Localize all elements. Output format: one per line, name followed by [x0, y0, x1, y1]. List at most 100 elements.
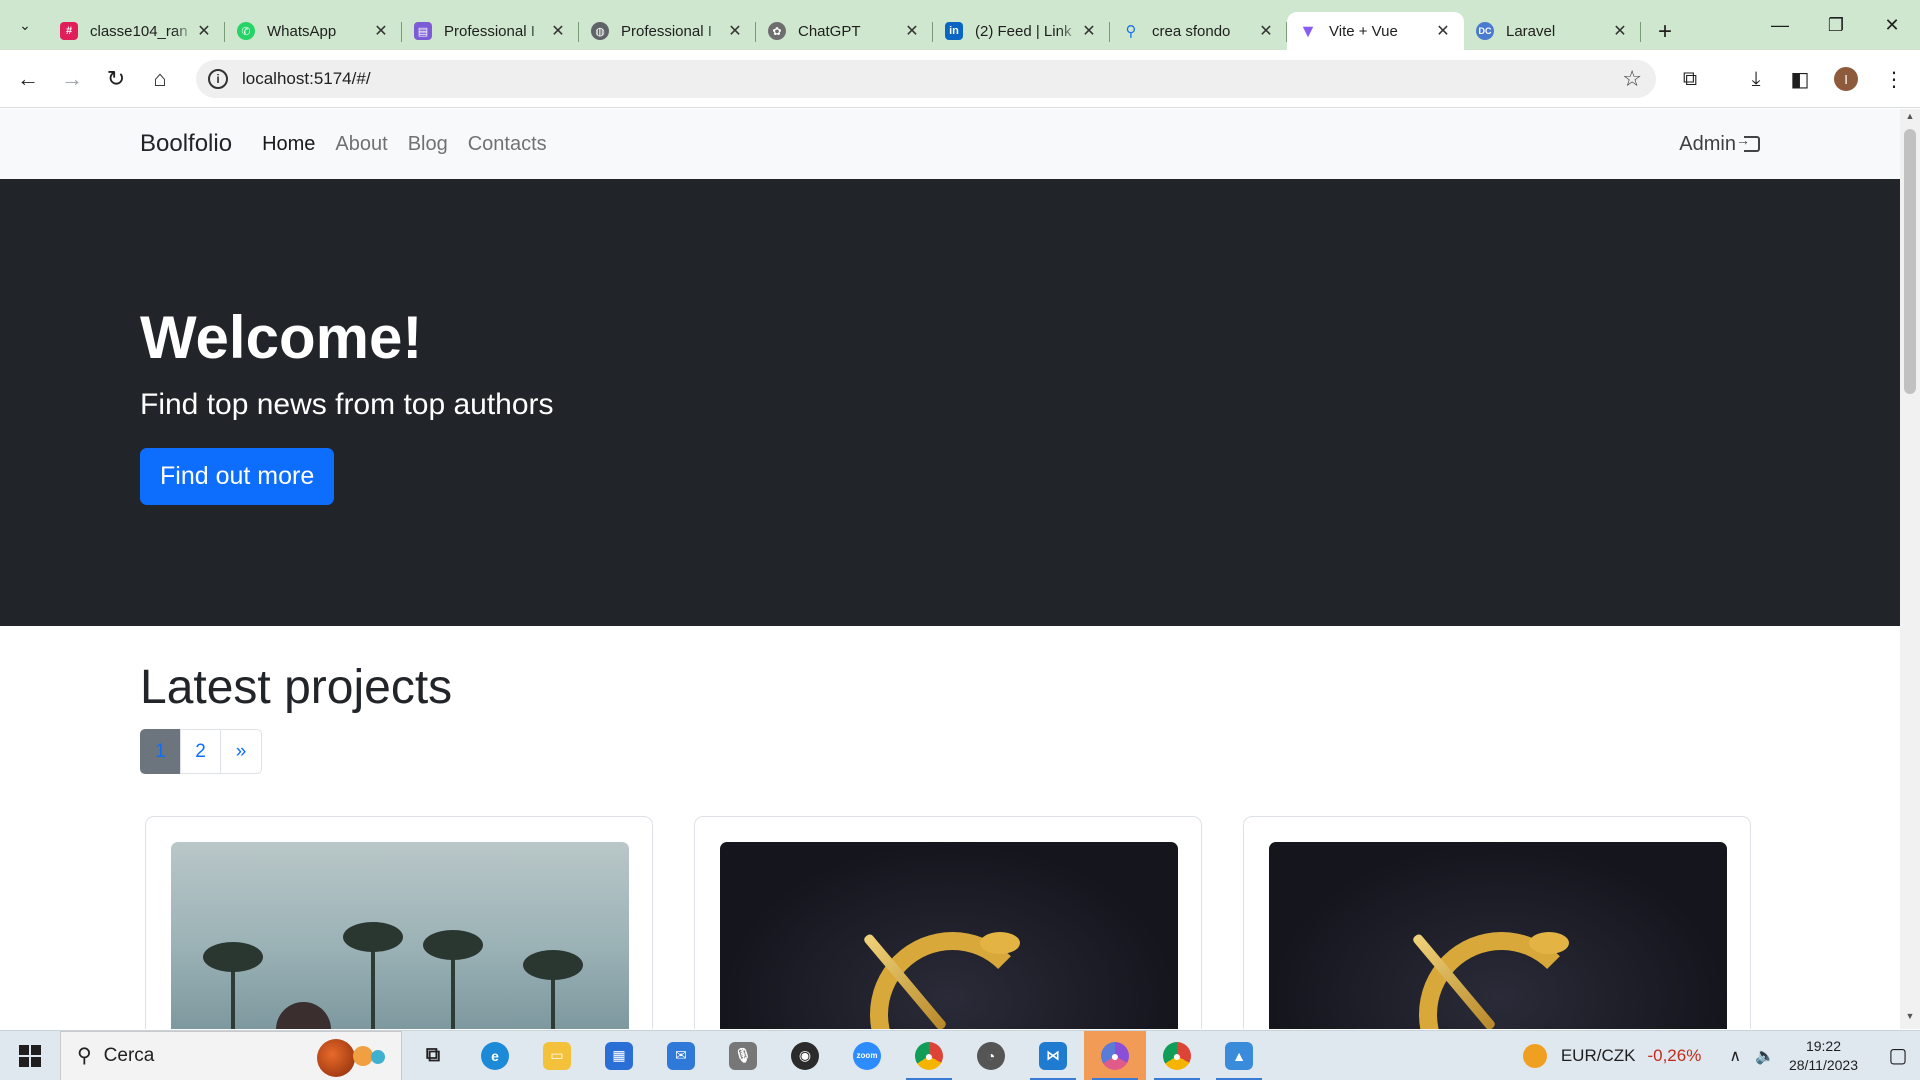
minimize-icon: — — [1771, 14, 1789, 35]
chevron-up-icon[interactable]: ∧ — [1729, 1046, 1741, 1066]
vite-icon: ▼ — [1299, 20, 1317, 41]
reload-button[interactable]: ↻ — [98, 61, 134, 97]
close-tab-icon[interactable]: ✕ — [549, 21, 567, 41]
taskbar-app-zoom[interactable]: zoom — [836, 1031, 898, 1080]
project-card[interactable] — [145, 816, 653, 1029]
microphone-icon: 🎙 — [729, 1041, 757, 1070]
address-bar[interactable]: i localhost:5174/#/ ☆ — [196, 60, 1656, 98]
login-icon — [1736, 132, 1760, 152]
taskbar-app-edge[interactable]: e — [464, 1031, 526, 1080]
close-tab-icon[interactable]: ✕ — [372, 21, 390, 41]
clock-date: 28/11/2023 — [1788, 1056, 1858, 1073]
slack-icon: # — [60, 22, 78, 40]
side-panel-button[interactable]: ◧ — [1782, 61, 1818, 97]
page-link-next[interactable]: » — [220, 729, 262, 774]
nav-link-contacts[interactable]: Contacts — [468, 133, 547, 156]
close-tab-icon[interactable]: ✕ — [1611, 21, 1629, 41]
globe-icon: ◍ — [591, 22, 609, 40]
nav-link-home[interactable]: Home — [262, 133, 315, 156]
admin-login-link[interactable]: Admin — [1679, 132, 1760, 156]
browser-tab[interactable]: ✆ WhatsApp ✕ — [225, 12, 402, 50]
taskbar-app-vscode[interactable]: ⋈ — [1022, 1031, 1084, 1080]
close-tab-icon[interactable]: ✕ — [1434, 21, 1452, 41]
page-link-1[interactable]: 1 — [140, 729, 181, 774]
tab-title: ChatGPT — [798, 22, 861, 40]
taskbar-app-recorder[interactable]: 🎙 — [712, 1031, 774, 1080]
browser-tab[interactable]: # classe104_ran ✕ — [48, 12, 225, 50]
puzzle-icon: ⧉ — [1682, 67, 1698, 90]
window-controls: — ❐ ✕ — [1752, 0, 1920, 50]
url-text[interactable]: localhost:5174/#/ — [242, 69, 371, 89]
chatgpt-icon: ✿ — [768, 22, 786, 40]
minimize-button[interactable]: — — [1752, 0, 1808, 50]
close-tab-icon[interactable]: ✕ — [903, 21, 921, 41]
page-link-2[interactable]: 2 — [180, 729, 221, 774]
taskbar-clock[interactable]: 19:22 28/11/2023 — [1789, 1037, 1858, 1075]
site-brand[interactable]: Boolfolio — [140, 130, 232, 158]
close-window-button[interactable]: ✕ — [1864, 0, 1920, 50]
site-info-icon[interactable]: i — [208, 69, 228, 89]
close-tab-icon[interactable]: ✕ — [726, 21, 744, 41]
find-out-more-button[interactable]: Find out more — [140, 448, 335, 505]
latest-projects-section: Latest projects 1 2 » — [0, 626, 1900, 774]
browser-tab-active[interactable]: ▼ Vite + Vue ✕ — [1287, 12, 1464, 50]
profile-avatar[interactable]: I — [1834, 67, 1858, 91]
notifications-button[interactable]: ▢ — [1876, 1031, 1920, 1080]
bookmark-star-icon[interactable]: ☆ — [1622, 66, 1642, 92]
page-scrollbar[interactable]: ▲ ▼ — [1900, 109, 1920, 1029]
downloads-button[interactable]: ⤓ — [1738, 61, 1774, 97]
back-button[interactable]: ← — [10, 61, 46, 97]
browser-toolbar: ← → ↻ ⌂ i localhost:5174/#/ ☆ ⧉ ⤓ ◧ ⋮ — [0, 50, 1920, 108]
browser-tab[interactable]: ▤ Professional I ✕ — [402, 12, 579, 50]
taskbar-app-chrome-alt[interactable]: ● — [1084, 1030, 1146, 1080]
task-view-button[interactable]: ⧉ — [402, 1031, 464, 1080]
taskbar-app-chrome-profile[interactable]: ● — [1146, 1031, 1208, 1080]
browser-tab[interactable]: ✿ ChatGPT ✕ — [756, 12, 933, 50]
taskbar-app-explorer[interactable]: ▭ — [526, 1031, 588, 1080]
search-highlight-icon — [353, 1045, 373, 1066]
project-card[interactable] — [1243, 816, 1751, 1029]
taskbar-app-mail[interactable]: ✉ — [650, 1031, 712, 1080]
hero-subtitle: Find top news from top authors — [140, 388, 554, 421]
taskbar-app-chrome[interactable]: ● — [898, 1031, 960, 1080]
store-icon: ▦ — [605, 1041, 633, 1070]
coin-icon — [1522, 1043, 1547, 1068]
new-tab-button[interactable]: + — [1647, 14, 1683, 50]
browser-tab[interactable]: DC Laravel ✕ — [1464, 12, 1641, 50]
close-tab-icon[interactable]: ✕ — [1080, 21, 1098, 41]
chevron-down-icon: ⌄ — [19, 16, 31, 33]
scrollbar-thumb[interactable] — [1904, 129, 1916, 394]
windows-taskbar: ⚲ Cerca ⧉ e ▭ ▦ ✉ 🎙 ◉ zoom ● ◔ ⋈ ● ● ▲ E… — [0, 1030, 1920, 1080]
kebab-menu-icon: ⋮ — [1884, 68, 1904, 91]
taskbar-app-github[interactable]: ◔ — [960, 1031, 1022, 1080]
forward-button[interactable]: → — [54, 61, 90, 97]
scroll-down-icon[interactable]: ▼ — [1900, 1011, 1920, 1027]
taskbar-app-photos[interactable]: ▲ — [1208, 1031, 1270, 1080]
home-button[interactable]: ⌂ — [142, 61, 178, 97]
nav-link-about[interactable]: About — [335, 133, 387, 156]
taskbar-app-obs[interactable]: ◉ — [774, 1031, 836, 1080]
browser-tab[interactable]: in (2) Feed | Link ✕ — [933, 12, 1110, 50]
speaker-icon[interactable]: 🔈 — [1755, 1046, 1775, 1066]
taskbar-search-placeholder: Cerca — [103, 1044, 155, 1066]
extensions-button[interactable]: ⧉ — [1672, 61, 1708, 97]
nav-link-blog[interactable]: Blog — [408, 133, 448, 156]
currency-widget[interactable]: EUR/CZK -0,26% — [1522, 1043, 1701, 1068]
zoom-icon: zoom — [853, 1041, 881, 1070]
close-tab-icon[interactable]: ✕ — [195, 21, 213, 41]
browser-tab[interactable]: ◍ Professional I ✕ — [579, 12, 756, 50]
scroll-up-icon[interactable]: ▲ — [1900, 111, 1920, 127]
project-card[interactable] — [694, 816, 1202, 1029]
chrome-icon: ● — [915, 1041, 943, 1070]
menu-button[interactable]: ⋮ — [1876, 61, 1912, 97]
tab-title: Vite + Vue — [1329, 22, 1398, 40]
taskbar-app-store[interactable]: ▦ — [588, 1031, 650, 1080]
tab-title: Professional I — [444, 22, 535, 40]
start-button[interactable] — [0, 1031, 60, 1080]
browser-tab[interactable]: ⚲ crea sfondo ✕ — [1110, 12, 1287, 50]
taskbar-search[interactable]: ⚲ Cerca — [60, 1030, 402, 1080]
close-tab-icon[interactable]: ✕ — [1257, 21, 1275, 41]
edge-icon: e — [481, 1041, 509, 1070]
tab-search-button[interactable]: ⌄ — [10, 10, 40, 40]
restore-button[interactable]: ❐ — [1808, 0, 1864, 50]
